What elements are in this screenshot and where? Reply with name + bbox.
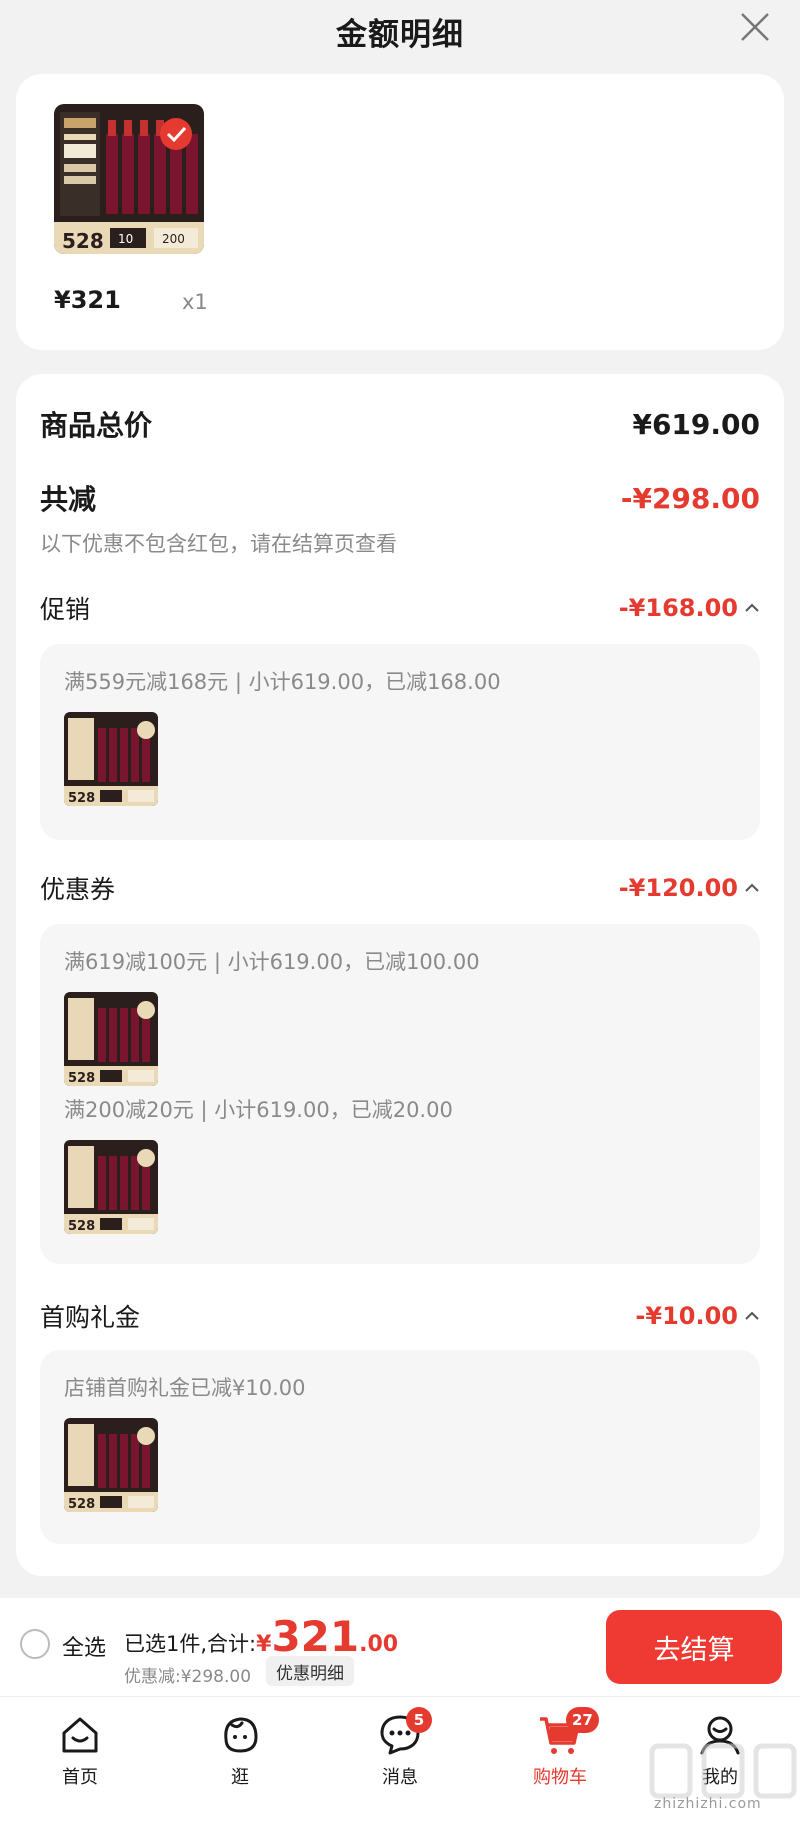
tab-messages[interactable]: 5 消息 [350, 1707, 450, 1789]
svg-text:528: 528 [68, 1219, 95, 1234]
product-card: 528 10 200 ¥321 x1 [16, 74, 784, 350]
product-thumbnail[interactable]: 528 10 200 [54, 104, 204, 254]
page-title: 金额明细 [336, 16, 464, 53]
gift-header[interactable]: 首购礼金 -¥10.00 [40, 1298, 760, 1334]
tab-label: 逛 [231, 1767, 249, 1788]
select-all-radio[interactable] [20, 1629, 50, 1659]
cart-badge: 27 [566, 1707, 599, 1733]
gift-value: -¥10.00 [635, 1302, 738, 1330]
watermark-text: zhizhizhi.com [654, 1796, 762, 1812]
promo-label: 促销 [40, 595, 91, 624]
promo-value: -¥168.00 [618, 594, 738, 622]
tab-home[interactable]: 首页 [30, 1711, 130, 1789]
header: 金额明细 [0, 0, 800, 62]
svg-text:528: 528 [68, 1497, 95, 1512]
svg-text:528: 528 [62, 229, 104, 253]
svg-text:10: 10 [118, 232, 133, 246]
svg-text:200: 200 [162, 232, 185, 246]
product-thumbnail-small: 528 [64, 712, 158, 806]
promo-rule: 满559元减168元 | 小计619.00，已减168.00 [64, 670, 501, 694]
coupon-rule: 满619减100元 | 小计619.00，已减100.00 [64, 950, 480, 974]
reduce-value: -¥298.00 [620, 481, 760, 515]
svg-text:528: 528 [68, 791, 95, 806]
gift-rule: 店铺首购礼金已减¥10.00 [64, 1376, 306, 1400]
tab-label: 首页 [62, 1767, 98, 1788]
coupon-value: -¥120.00 [618, 874, 738, 902]
chevron-up-icon[interactable] [744, 603, 760, 613]
total-value: ¥619.00 [632, 407, 760, 441]
chevron-up-icon[interactable] [744, 1311, 760, 1321]
order-summary: 已选1件,合计: ¥ 321 .00 [124, 1616, 398, 1658]
discount-detail-button[interactable]: 优惠明细 [266, 1656, 354, 1686]
reduce-row: 共减 -¥298.00 [40, 478, 760, 518]
tab-browse[interactable]: 逛 [190, 1711, 290, 1789]
svg-text:528: 528 [68, 1071, 95, 1086]
face-icon [224, 1717, 258, 1753]
coupon-header[interactable]: 优惠券 -¥120.00 [40, 870, 760, 906]
coupon-rule: 满200减20元 | 小计619.00，已减20.00 [64, 1098, 453, 1122]
discount-note: 以下优惠不包含红包，请在结算页查看 [40, 532, 397, 556]
total-row: 商品总价 ¥619.00 [40, 404, 760, 444]
amount-detail-card: 商品总价 ¥619.00 共减 -¥298.00 以下优惠不包含红包，请在结算页… [16, 374, 784, 1576]
checkout-bar: 全选 已选1件,合计: ¥ 321 .00 优惠减:¥298.00 优惠明细 去… [0, 1598, 800, 1696]
checkout-button[interactable]: 去结算 [606, 1610, 782, 1684]
chevron-up-icon[interactable] [744, 883, 760, 893]
tab-label: 消息 [382, 1767, 418, 1788]
home-icon [62, 1717, 98, 1753]
total-amount: 321 [271, 1612, 360, 1661]
coupon-label: 优惠券 [40, 875, 116, 904]
select-all-label[interactable]: 全选 [62, 1630, 106, 1662]
product-quantity: x1 [182, 290, 208, 314]
selected-text: 已选1件,合计: [124, 1632, 257, 1656]
tab-label: 购物车 [533, 1767, 587, 1788]
coupon-box: 满619减100元 | 小计619.00，已减100.00 528 满200减2… [40, 924, 760, 1264]
product-thumbnail-small: 528 [64, 1140, 158, 1234]
message-badge: 5 [406, 1707, 432, 1733]
currency-symbol: ¥ [256, 1632, 272, 1657]
reduce-label: 共减 [40, 483, 97, 516]
total-label: 商品总价 [40, 409, 153, 442]
product-price: ¥321 [54, 286, 121, 314]
close-icon[interactable] [738, 10, 772, 44]
gift-box: 店铺首购礼金已减¥10.00 528 [40, 1350, 760, 1544]
product-thumbnail-small: 528 [64, 992, 158, 1086]
discount-summary: 优惠减:¥298.00 [124, 1667, 252, 1687]
gift-label: 首购礼金 [40, 1303, 141, 1332]
promo-box: 满559元减168元 | 小计619.00，已减168.00 528 [40, 644, 760, 840]
tab-cart[interactable]: 27 购物车 [510, 1707, 610, 1789]
total-decimal: .00 [359, 1632, 399, 1657]
promo-header[interactable]: 促销 -¥168.00 [40, 590, 760, 626]
product-thumbnail-small: 528 [64, 1418, 158, 1512]
